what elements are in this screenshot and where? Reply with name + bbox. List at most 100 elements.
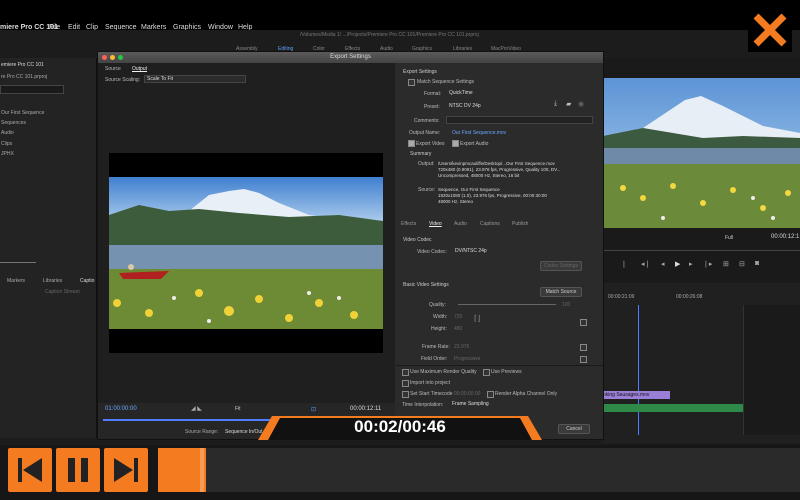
audio-clip[interactable] <box>603 404 743 412</box>
program-monitor: Full 00:00:12:1 ❘ ◂❘ ◂ ▶ ▸ ❘▸ ⊞ ⊟ ◙ <box>603 58 800 283</box>
field-order-checkbox[interactable] <box>580 356 587 363</box>
source-range-label: Source Range: <box>185 429 219 435</box>
tab-captions[interactable]: Captions <box>480 221 500 227</box>
step-back-icon[interactable]: ◂❘ <box>641 260 650 268</box>
prev-frame-icon[interactable]: ◂ <box>661 260 665 268</box>
frame-rate-checkbox[interactable] <box>580 344 587 351</box>
output-name-label: Output Name: <box>409 130 441 136</box>
in-timecode[interactable]: 01:00:00:00 <box>105 406 137 412</box>
quality-slider[interactable] <box>458 304 556 305</box>
save-preset-icon[interactable]: ⤓ <box>554 100 557 108</box>
fit-select[interactable]: Fit <box>235 406 241 412</box>
tab-source[interactable]: Source <box>105 66 121 72</box>
use-previews-label: Use Previews <box>491 369 522 375</box>
match-source-button[interactable]: Match Source <box>540 287 582 297</box>
project-item-3[interactable]: Clips <box>1 141 12 147</box>
program-scrubber[interactable] <box>603 250 800 251</box>
format-value: QuickTime <box>449 90 473 96</box>
import-project-checkbox[interactable] <box>402 380 409 387</box>
comments-input[interactable] <box>446 116 593 124</box>
camera-icon[interactable]: ◙ <box>755 260 759 267</box>
export-settings-header[interactable]: Export Settings <box>403 69 437 75</box>
cancel-button[interactable]: Cancel <box>558 424 590 434</box>
width-value[interactable]: 720 <box>454 314 462 320</box>
tab-video[interactable]: Video <box>429 221 442 227</box>
tab-audio[interactable]: Audio <box>454 221 467 227</box>
project-item-0[interactable]: Our First Sequence <box>1 110 44 116</box>
start-timecode-value[interactable]: 00:00:00:00 <box>454 391 480 397</box>
frame-rate-label: Frame Rate: <box>422 344 450 350</box>
export-audio-checkbox[interactable] <box>452 140 459 147</box>
link-icon[interactable]: ⌈⌋ <box>474 314 480 323</box>
summary-output-line-2: 720x480 (0.9091), 23.976 fps, Progressiv… <box>438 167 561 172</box>
tab-markers[interactable]: Markers <box>7 278 25 284</box>
tab-publish[interactable]: Publish <box>512 221 528 227</box>
timeline-clip[interactable]: oking Sausages.mov <box>603 391 670 399</box>
video-codec-header[interactable]: Video Codec <box>403 237 432 243</box>
height-value[interactable]: 480 <box>454 326 462 332</box>
time-interp-label: Time Interpolation: <box>402 402 444 408</box>
output-name-link[interactable]: Our First Sequence.mov <box>452 130 506 136</box>
extract-icon[interactable]: ⊟ <box>739 260 745 268</box>
summary-output-line-3: Uncompressed, 48000 Hz, Stereo, 16 bit <box>438 173 520 178</box>
lift-icon[interactable]: ⊞ <box>723 260 729 268</box>
zoom-window-icon[interactable] <box>118 55 123 60</box>
project-search-input[interactable] <box>0 85 64 94</box>
field-order-value[interactable]: Progressive <box>454 356 480 362</box>
height-label: Height: <box>431 326 447 332</box>
comments-label: Comments: <box>414 118 440 124</box>
frame-rate-value[interactable]: 23.976 <box>454 344 469 350</box>
project-item-2[interactable]: Audio <box>1 130 14 136</box>
width-height-checkbox[interactable] <box>580 319 587 326</box>
source-scaling-select[interactable]: Scale To Fit <box>144 75 246 83</box>
source-scaling-value: Scale To Fit <box>147 76 174 82</box>
skip-back-icon <box>18 458 42 482</box>
next-frame-icon[interactable]: ▸ <box>689 260 693 268</box>
step-forward-icon[interactable]: ❘▸ <box>703 260 712 268</box>
timeline-tc-1: 00:00:21:09 <box>608 294 635 300</box>
project-panel: emiere Pro CC 101 re Pro CC 101.prproj O… <box>0 58 97 438</box>
basic-video-header[interactable]: Basic Video Settings <box>403 282 449 288</box>
tab-libraries[interactable]: Libraries <box>43 278 62 284</box>
summary-header[interactable]: Summary <box>410 151 431 157</box>
mark-in-out-icon[interactable]: ◢ ◣ <box>191 405 202 412</box>
video-codec-select[interactable]: DV/NTSC 24p <box>452 247 584 255</box>
audio-meters <box>743 305 800 435</box>
import-project-label: Import into project <box>410 380 451 386</box>
tab-output[interactable]: Output <box>132 66 147 72</box>
tab-effects[interactable]: Effects <box>401 221 416 227</box>
codec-settings-button[interactable]: Codec Settings <box>540 261 582 271</box>
render-alpha-checkbox[interactable] <box>487 391 494 398</box>
minimize-window-icon[interactable] <box>110 55 115 60</box>
project-item-1[interactable]: Sequences <box>1 120 26 126</box>
play-icon[interactable]: ▶ <box>675 260 680 268</box>
progress-track[interactable] <box>158 448 800 492</box>
match-seq-checkbox[interactable] <box>408 79 415 86</box>
divider <box>396 365 603 366</box>
format-select[interactable]: QuickTime <box>446 89 548 97</box>
close-window-icon[interactable] <box>102 55 107 60</box>
render-alpha-label: Render Alpha Channel Only <box>495 391 557 397</box>
timeline-tc-2: 00:00:26:08 <box>676 294 703 300</box>
use-previews-checkbox[interactable] <box>483 369 490 376</box>
pause-button[interactable] <box>56 448 100 492</box>
mark-in-icon[interactable]: ❘ <box>621 260 627 268</box>
source-range-value[interactable]: Sequence In/Out <box>225 429 263 435</box>
project-item-4[interactable]: JPHX <box>1 151 14 157</box>
program-monitor-frame <box>603 78 800 228</box>
progress-handle[interactable] <box>200 448 204 492</box>
max-render-checkbox[interactable] <box>402 369 409 376</box>
start-timecode-checkbox[interactable] <box>402 391 409 398</box>
program-fit-select[interactable]: Full <box>725 235 733 241</box>
preset-select[interactable]: NTSC DV 24p <box>446 102 548 110</box>
zoom-slider[interactable] <box>0 262 36 263</box>
import-preset-icon[interactable]: ▰ <box>566 100 571 108</box>
export-video-checkbox[interactable] <box>408 140 415 147</box>
time-interp-select[interactable]: Frame Sampling <box>449 400 541 408</box>
delete-preset-icon[interactable]: ◉ <box>578 100 584 108</box>
playhead[interactable] <box>638 305 639 435</box>
skip-back-button[interactable] <box>8 448 52 492</box>
skip-forward-button[interactable] <box>104 448 148 492</box>
tab-captions[interactable]: Captio <box>80 278 94 284</box>
close-icon[interactable] <box>748 8 792 52</box>
